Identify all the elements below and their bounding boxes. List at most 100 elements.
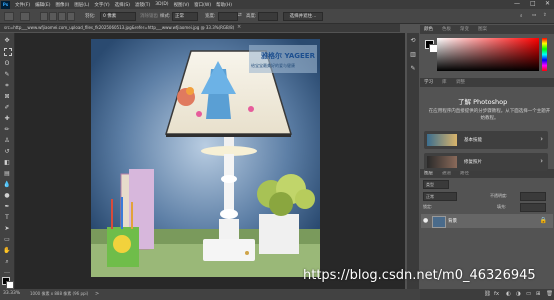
- document-image[interactable]: 雅格尔 YAGEER 给宝宝最美好的爱与健康: [91, 39, 320, 277]
- card-label: 基本技能: [464, 138, 482, 143]
- width-input[interactable]: [218, 12, 238, 21]
- subtract-selection-icon[interactable]: [58, 12, 66, 21]
- fx-icon[interactable]: fx: [494, 291, 499, 297]
- eye-icon[interactable]: ●: [423, 217, 428, 224]
- layer-name[interactable]: 背景: [448, 218, 457, 224]
- rectangle-tool-icon[interactable]: ▭: [3, 236, 11, 244]
- opacity-label: 不透明度:: [490, 193, 508, 198]
- lock-icon[interactable]: 🔒: [540, 217, 547, 224]
- menu-layer[interactable]: 图层(L): [74, 2, 89, 8]
- move-tool-icon[interactable]: ✥: [3, 37, 11, 45]
- tab-color[interactable]: 颜色: [424, 26, 433, 32]
- intersect-selection-icon[interactable]: [67, 12, 75, 21]
- menu-image[interactable]: 图像(I): [55, 2, 69, 8]
- workspace-icon[interactable]: ▭: [532, 13, 536, 18]
- share-icon[interactable]: ⇪: [543, 13, 547, 18]
- status-bar: 33.33% 1000 像素 x 888 像素 (96 ppi) >: [0, 289, 420, 300]
- quick-select-tool-icon[interactable]: ✎: [3, 71, 11, 79]
- opacity-input[interactable]: [520, 192, 546, 201]
- width-label: 宽度:: [205, 14, 216, 19]
- close-window-button[interactable]: ✕: [545, 0, 550, 7]
- tab-adjustments[interactable]: 调整: [456, 79, 465, 85]
- marquee-tool-icon[interactable]: [4, 48, 12, 56]
- menu-3d[interactable]: 3D(D): [155, 2, 168, 7]
- menu-edit[interactable]: 编辑(E): [35, 2, 50, 8]
- home-icon[interactable]: [4, 12, 14, 21]
- pen-tool-icon[interactable]: ✒: [3, 203, 11, 211]
- add-selection-icon[interactable]: [49, 12, 57, 21]
- marquee-preset-icon[interactable]: [20, 12, 30, 21]
- height-input[interactable]: [258, 12, 278, 21]
- new-layer-icon[interactable]: ⊞: [536, 291, 541, 297]
- menu-view[interactable]: 视图(V): [174, 2, 190, 8]
- frame-tool-icon[interactable]: ⊠: [3, 93, 11, 101]
- style-select[interactable]: 正常: [172, 12, 198, 21]
- menu-window[interactable]: 窗口(W): [194, 2, 211, 8]
- path-select-tool-icon[interactable]: ➤: [3, 225, 11, 233]
- gradient-tool-icon[interactable]: ▤: [3, 170, 11, 178]
- color-picker-field[interactable]: [437, 38, 539, 71]
- learn-panel-header: 学习 库 调整: [420, 78, 554, 87]
- healing-brush-tool-icon[interactable]: ✚: [3, 115, 11, 123]
- menu-filter[interactable]: 滤镜(T): [135, 2, 150, 8]
- menu-select[interactable]: 选择(S): [115, 2, 130, 8]
- type-tool-icon[interactable]: T: [3, 214, 11, 222]
- menu-type[interactable]: 文字(Y): [94, 2, 109, 8]
- dodge-tool-icon[interactable]: ●: [3, 192, 11, 200]
- adjustment-icon[interactable]: ◑: [516, 291, 521, 297]
- lamp-photo: [91, 39, 320, 277]
- layer-row[interactable]: ● 背景 🔒: [421, 214, 553, 228]
- document-tab[interactable]: src=http___www.wfjiaomei.com_upload_file…: [0, 24, 400, 32]
- search-icon[interactable]: ⌕: [520, 13, 523, 19]
- minimize-button[interactable]: —: [514, 0, 520, 7]
- status-expand-icon[interactable]: >: [95, 291, 99, 297]
- learn-card-fix-photos[interactable]: 修复照片 ›: [424, 153, 548, 171]
- lasso-tool-icon[interactable]: ʘ: [3, 60, 11, 68]
- menu-help[interactable]: 帮助(H): [216, 2, 232, 8]
- tab-swatches[interactable]: 色板: [442, 26, 451, 32]
- document-tab-title: src=http___www.wfjiaomei.com_upload_file…: [4, 25, 235, 30]
- background-color-swatch[interactable]: [6, 281, 14, 289]
- zoom-level[interactable]: 33.33%: [3, 291, 20, 296]
- menu-file[interactable]: 文件(F): [15, 2, 30, 8]
- eyedropper-tool-icon[interactable]: ✐: [3, 104, 11, 112]
- chevron-right-icon: ›: [540, 157, 543, 165]
- menu-bar: Ps 文件(F) 编辑(E) 图像(I) 图层(L) 文字(Y) 选择(S) 滤…: [0, 0, 554, 9]
- zoom-tool-icon[interactable]: ⌕: [3, 258, 11, 266]
- tab-libraries[interactable]: 库: [442, 79, 447, 85]
- tab-patterns[interactable]: 图案: [478, 26, 487, 32]
- antialias-checkbox[interactable]: 消除锯齿: [140, 13, 158, 19]
- swap-icon[interactable]: ⇄: [238, 13, 242, 18]
- tab-gradients[interactable]: 渐变: [460, 26, 469, 32]
- close-tab-icon[interactable]: ×: [237, 24, 241, 30]
- crop-tool-icon[interactable]: ⌗: [3, 82, 11, 90]
- history-brush-tool-icon[interactable]: ↺: [3, 148, 11, 156]
- eraser-tool-icon[interactable]: ◧: [3, 159, 11, 167]
- tools-panel: ✥ ʘ ✎ ⌗ ⊠ ✐ ✚ ✏ ♙ ↺ ◧ ▤ 💧 ● ✒ T ➤ ▭ ✋ ⌕ …: [0, 33, 15, 289]
- feather-input[interactable]: 0 像素: [100, 12, 136, 21]
- history-panel-icon[interactable]: ⟲: [409, 37, 417, 45]
- properties-panel-icon[interactable]: ▥: [409, 51, 417, 59]
- more-tools-icon[interactable]: …: [3, 268, 11, 276]
- brush-tool-icon[interactable]: ✏: [3, 126, 11, 134]
- learn-description: 在应用程序内直接提供的分步骤教程。从下面选择一个主题开始教程。: [428, 109, 551, 121]
- clone-stamp-tool-icon[interactable]: ♙: [3, 137, 11, 145]
- tab-learn[interactable]: 学习: [424, 79, 433, 85]
- mask-icon[interactable]: ◐: [506, 291, 511, 297]
- brush-panel-icon[interactable]: ✎: [409, 65, 417, 73]
- photo-caption: 雅格尔 YAGEER: [261, 52, 315, 60]
- fill-input[interactable]: [520, 203, 546, 212]
- blur-tool-icon[interactable]: 💧: [3, 181, 11, 189]
- hue-slider[interactable]: [542, 38, 547, 71]
- learn-card-basics[interactable]: 基本技能 ›: [424, 131, 548, 149]
- blend-mode-select[interactable]: 正常: [423, 192, 457, 201]
- trash-icon[interactable]: 🗑: [546, 291, 553, 297]
- layer-thumbnail: [432, 216, 446, 228]
- select-and-mask-button[interactable]: 选择并遮住...: [283, 12, 323, 21]
- maximize-button[interactable]: □: [530, 0, 536, 7]
- hand-tool-icon[interactable]: ✋: [3, 247, 11, 255]
- new-selection-icon[interactable]: [40, 12, 48, 21]
- folder-icon[interactable]: ▭: [526, 291, 531, 297]
- link-icon[interactable]: ⛓: [484, 291, 491, 297]
- layer-kind-filter[interactable]: 类型: [423, 180, 449, 189]
